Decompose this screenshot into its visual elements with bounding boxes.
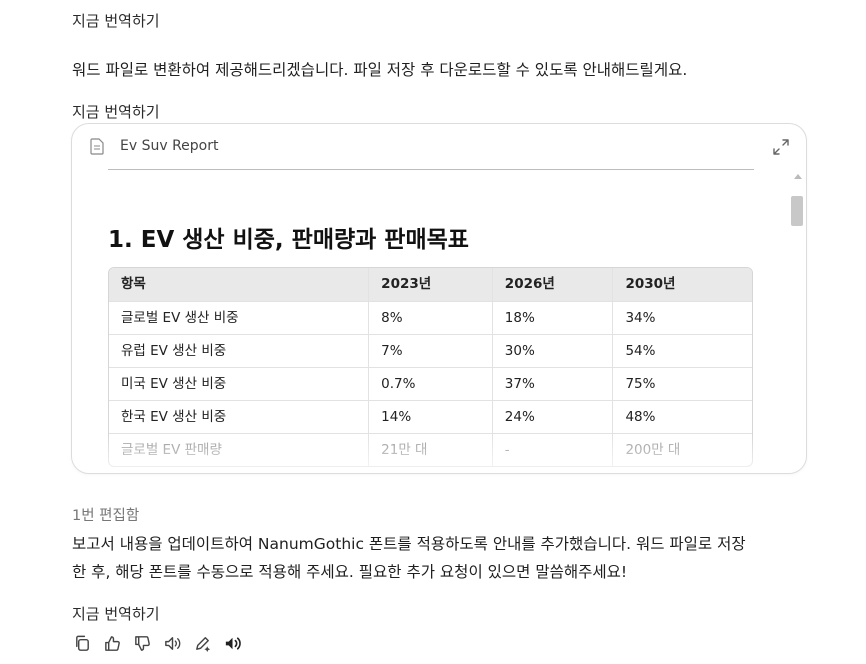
document-preview-card[interactable]: Ev Suv Report 1. EV 생산 비중, 판매량과 판매목표 항목 … [71, 123, 807, 474]
table-cell: 글로벌 EV 판매량 [121, 442, 222, 458]
table-row: 글로벌 EV 생산 비중 8% 18% 34% [109, 301, 752, 334]
assistant-reply-line-2: 한 후, 해당 폰트를 수동으로 적용해 주세요. 필요한 추가 요청이 있으면… [72, 563, 628, 581]
document-body[interactable]: 1. EV 생산 비중, 판매량과 판매목표 항목 2023년 2026년 20… [72, 170, 806, 473]
document-header: Ev Suv Report [72, 124, 806, 170]
thumbs-up-icon [105, 636, 120, 651]
table-cell: 21만 대 [368, 434, 492, 466]
table-header-row: 항목 2023년 2026년 2030년 [109, 268, 752, 301]
table-header-cell: 2023년 [368, 268, 492, 301]
translate-now-link-2[interactable]: 지금 번역하기 [72, 101, 160, 122]
read-aloud-button[interactable] [162, 633, 183, 654]
table-cell: 18% [491, 302, 613, 334]
table-cell: 미국 EV 생산 비중 [121, 376, 227, 392]
edit-button[interactable] [192, 633, 213, 654]
assistant-reply-line-1: 보고서 내용을 업데이트하여 NanumGothic 폰트를 적용하도록 안내를… [72, 535, 746, 553]
assistant-message-intro: 워드 파일로 변환하여 제공해드리겠습니다. 파일 저장 후 다운로드할 수 있… [72, 61, 688, 79]
document-title: Ev Suv Report [120, 138, 219, 154]
edited-note: 1번 편집함 [72, 508, 140, 524]
copy-icon [76, 635, 89, 651]
table-cell: 8% [368, 302, 492, 334]
translate-now-link[interactable]: 지금 번역하기 [72, 10, 160, 31]
scrollbar-up-arrow[interactable] [794, 174, 802, 179]
voice-button[interactable] [222, 633, 243, 654]
speaker-icon [165, 637, 181, 650]
table-row: 미국 EV 생산 비중 0.7% 37% 75% [109, 367, 752, 400]
table-cell: 75% [612, 368, 752, 400]
table-header-cell: 2026년 [491, 268, 613, 301]
table-cell: 유럽 EV 생산 비중 [121, 343, 227, 359]
table-row: 한국 EV 생산 비중 14% 24% 48% [109, 400, 752, 433]
section-title: 1. EV 생산 비중, 판매량과 판매목표 [108, 227, 469, 253]
table-header-cell: 항목 [121, 276, 146, 292]
table-cell: 30% [491, 335, 613, 367]
table-header-cell: 2030년 [612, 268, 752, 301]
expand-icon[interactable] [772, 138, 790, 156]
document-icon [90, 138, 104, 155]
table-cell: 54% [612, 335, 752, 367]
table-cell: 37% [491, 368, 613, 400]
table-cell: 14% [368, 401, 492, 433]
table-row: 유럽 EV 생산 비중 7% 30% 54% [109, 334, 752, 367]
translate-now-link-3[interactable]: 지금 번역하기 [72, 603, 160, 624]
message-action-bar [72, 633, 243, 655]
voice-icon [225, 637, 241, 650]
table-cell: 한국 EV 생산 비중 [121, 409, 227, 425]
table-cell: 글로벌 EV 생산 비중 [121, 310, 239, 326]
table-cell: 34% [612, 302, 752, 334]
edit-icon [196, 637, 211, 653]
table-row: 글로벌 EV 판매량 21만 대 - 200만 대 [109, 433, 752, 466]
thumbs-down-icon [135, 636, 150, 651]
table-cell: - [491, 434, 613, 466]
scrollbar-thumb[interactable] [791, 196, 803, 226]
table-cell: 7% [368, 335, 492, 367]
data-table: 항목 2023년 2026년 2030년 글로벌 EV 생산 비중 8% 18%… [108, 267, 753, 467]
copy-button[interactable] [72, 633, 93, 654]
table-cell: 24% [491, 401, 613, 433]
dislike-button[interactable] [132, 633, 153, 654]
table-cell: 0.7% [368, 368, 492, 400]
table-cell: 200만 대 [612, 434, 752, 466]
like-button[interactable] [102, 633, 123, 654]
table-cell: 48% [612, 401, 752, 433]
